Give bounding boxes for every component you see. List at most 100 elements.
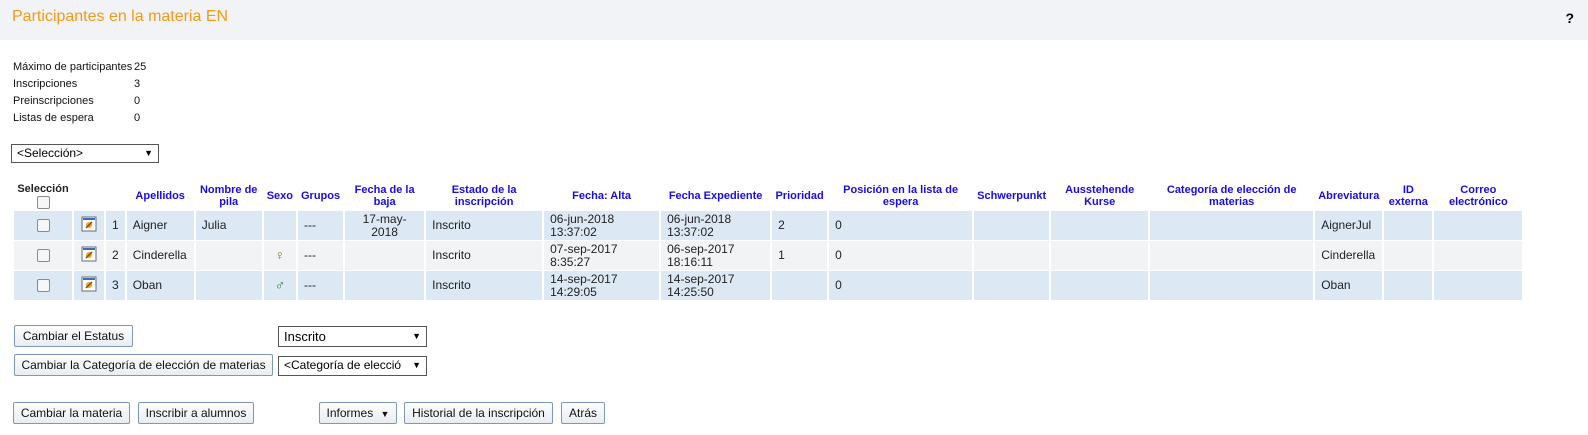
cell-posicion: 0	[829, 241, 973, 271]
fecha-alta-date: 06-jun-2018	[550, 211, 615, 226]
table-row: 3 Oban ♂ --- Inscrito 14-sep-2017 14:29:0…	[14, 271, 1523, 301]
col-header-schwerpunkt[interactable]: Schwerpunkt	[974, 180, 1049, 211]
cell-sexo	[263, 211, 296, 241]
stat-max-participants: Máximo de participantes 25	[13, 59, 146, 76]
edit-student-icon[interactable]	[81, 216, 97, 232]
cell-grupos: ---	[297, 271, 344, 301]
page-title: Participantes en la materia EN	[12, 8, 229, 25]
row-select-cell	[14, 241, 72, 271]
cell-ausstehende	[1051, 271, 1149, 301]
cell-apellidos: Cinderella	[126, 241, 194, 271]
cell-fecha-alta: 06-jun-2018 13:37:02	[544, 211, 660, 241]
enroll-students-button[interactable]: Inscribir a alumnos	[138, 402, 254, 424]
cell-categoria	[1150, 271, 1314, 301]
edit-student-icon[interactable]	[81, 276, 97, 292]
reports-menu-button[interactable]: Informes ▼	[319, 402, 397, 424]
change-status-button[interactable]: Cambiar el Estatus	[14, 325, 133, 347]
cell-estado: Inscrito	[426, 211, 543, 241]
row-checkbox[interactable]	[36, 249, 50, 263]
enrollment-history-button[interactable]: Historial de la inscripción	[404, 402, 553, 424]
col-header-icon	[74, 180, 104, 211]
cell-id-externa	[1384, 211, 1433, 241]
cell-abreviatura: Cinderella	[1315, 241, 1383, 271]
cell-id-externa	[1384, 241, 1433, 271]
stat-waiting-lists: Listas de espera 0	[13, 110, 140, 127]
cell-correo	[1434, 211, 1523, 241]
row-checkbox[interactable]	[36, 279, 50, 293]
cell-nombre	[195, 271, 262, 301]
col-header-nombre[interactable]: Nombre de pila	[196, 180, 262, 211]
cell-apellidos: Aigner	[126, 211, 194, 241]
cell-fecha-expediente: 06-sep-2017 18:16:11	[661, 241, 771, 271]
cell-posicion: 0	[829, 211, 973, 241]
row-icon-cell	[74, 271, 104, 301]
change-subject-button[interactable]: Cambiar la materia	[13, 402, 130, 424]
select-all-checkbox[interactable]	[36, 195, 50, 209]
page-header: Participantes en la materia EN ?	[0, 0, 1588, 40]
chevron-down-icon: ▼	[144, 148, 153, 158]
category-select-value: <Categoría de elecció	[284, 358, 402, 372]
col-header-grupos[interactable]: Grupos	[298, 180, 343, 211]
cell-grupos: ---	[297, 241, 344, 271]
cell-schwerpunkt	[974, 241, 1050, 271]
cell-apellidos: Oban	[126, 271, 194, 301]
fecha-exp-date: 14-sep-2017	[667, 271, 735, 286]
male-icon: ♂	[274, 276, 286, 293]
participant-stats: Máximo de participantes 25 Inscripciones…	[13, 59, 146, 127]
fecha-alta-date: 07-sep-2017	[550, 241, 618, 256]
selection-header-label: Selección	[17, 182, 69, 195]
cell-ausstehende	[1051, 241, 1149, 271]
cell-sexo: ♀	[263, 241, 296, 271]
fecha-exp-time: 13:37:02	[667, 224, 714, 239]
change-category-button[interactable]: Cambiar la Categoría de elección de mate…	[14, 354, 273, 376]
help-button[interactable]: ?	[1565, 10, 1574, 26]
cell-grupos: ---	[297, 211, 344, 241]
col-header-fecha-baja[interactable]: Fecha de la baja	[345, 180, 424, 211]
col-header-id-externa[interactable]: ID externa	[1384, 180, 1432, 211]
chevron-down-icon: ▼	[380, 409, 390, 419]
row-icon-cell	[74, 211, 104, 241]
col-header-fecha-expediente[interactable]: Fecha Expediente	[661, 180, 770, 211]
col-header-selection: Selección	[14, 180, 72, 211]
cell-prioridad	[772, 271, 828, 301]
cell-categoria	[1150, 241, 1314, 271]
row-checkbox[interactable]	[36, 219, 50, 233]
stat-preinscriptions: Preinscripciones 0	[13, 93, 140, 110]
col-header-estado[interactable]: Estado de la inscripción	[426, 180, 542, 211]
cell-nombre: Julia	[195, 211, 262, 241]
cell-sexo: ♂	[263, 271, 296, 301]
stat-value: 0	[134, 95, 141, 107]
col-header-apellidos[interactable]: Apellidos	[127, 180, 194, 211]
edit-student-icon[interactable]	[81, 246, 97, 262]
col-header-fecha-alta[interactable]: Fecha: Alta	[544, 180, 659, 211]
stat-label: Listas de espera	[13, 112, 94, 124]
col-header-abreviatura[interactable]: Abreviatura	[1315, 180, 1382, 211]
selection-dropdown[interactable]: <Selección> ▼	[11, 144, 159, 163]
stat-value: 3	[134, 78, 141, 90]
fecha-exp-time: 18:16:11	[667, 254, 713, 269]
row-number: 3	[106, 271, 125, 301]
col-header-sexo[interactable]: Sexo	[264, 180, 296, 211]
cell-fecha-expediente: 14-sep-2017 14:25:50	[661, 271, 771, 301]
col-header-posicion[interactable]: Posición en la lista de espera	[829, 180, 972, 211]
stat-label: Máximo de participantes	[13, 61, 133, 73]
table-row: 2 Cinderella ♀ --- Inscrito 07-sep-2017 8…	[14, 241, 1523, 271]
cell-prioridad: 1	[772, 241, 828, 271]
status-select[interactable]: Inscrito ▼	[278, 326, 427, 347]
stat-value: 0	[134, 112, 141, 124]
fecha-alta-time: 8:35:27	[550, 254, 591, 269]
col-header-prioridad[interactable]: Prioridad	[772, 180, 827, 211]
category-select[interactable]: <Categoría de elecció ▼	[278, 356, 427, 376]
female-icon: ♀	[274, 246, 286, 263]
fecha-exp-time: 14:25:50	[667, 284, 714, 299]
col-header-ausstehende[interactable]: Ausstehende Kurse	[1051, 180, 1148, 211]
fecha-alta-date: 14-sep-2017	[550, 271, 618, 286]
back-button[interactable]: Atrás	[561, 402, 605, 424]
fecha-exp-date: 06-sep-2017	[667, 241, 735, 256]
col-header-correo[interactable]: Correo electrónico	[1434, 180, 1522, 211]
cell-correo	[1434, 271, 1523, 301]
cell-fecha-alta: 14-sep-2017 14:29:05	[544, 271, 660, 301]
cell-estado: Inscrito	[426, 271, 543, 301]
col-header-categoria[interactable]: Categoría de elección de materias	[1150, 180, 1313, 211]
row-number: 1	[106, 211, 125, 241]
